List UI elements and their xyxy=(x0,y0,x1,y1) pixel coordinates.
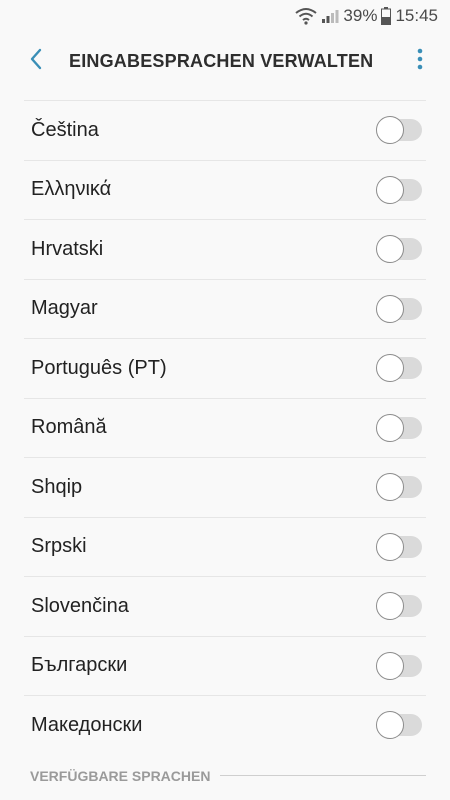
language-row-srpski[interactable]: Srpski xyxy=(24,518,426,577)
language-row-romana[interactable]: Română xyxy=(24,399,426,458)
language-label: Македонски xyxy=(31,713,143,736)
toggle-knob xyxy=(376,116,404,145)
language-label: Slovenčina xyxy=(31,594,129,617)
toggle-knob xyxy=(376,354,404,383)
language-toggle[interactable] xyxy=(376,235,422,264)
language-toggle[interactable] xyxy=(376,651,422,680)
language-label: Magyar xyxy=(31,297,98,320)
signal-icon xyxy=(321,8,339,24)
language-row-bulgarski[interactable]: Български xyxy=(24,637,426,696)
page-title: EINGABESPRACHEN VERWALTEN xyxy=(69,50,374,71)
battery-percent: 39% xyxy=(343,6,378,25)
language-row-ellinika[interactable]: Ελληνικά xyxy=(24,161,426,220)
language-label: Shqip xyxy=(31,475,83,498)
toggle-knob xyxy=(376,651,404,680)
battery-icon xyxy=(381,7,392,25)
language-toggle[interactable] xyxy=(376,175,422,204)
toggle-knob xyxy=(376,413,404,442)
toggle-knob xyxy=(376,473,404,502)
status-bar: 39% 15:45 xyxy=(0,0,450,32)
language-toggle[interactable] xyxy=(376,532,422,561)
language-row-cestina[interactable]: Čeština xyxy=(24,101,426,161)
language-row-slovencina[interactable]: Slovenčina xyxy=(24,577,426,637)
language-toggle[interactable] xyxy=(376,473,422,502)
toggle-knob xyxy=(376,175,404,204)
language-toggle[interactable] xyxy=(376,413,422,442)
toggle-knob xyxy=(376,592,404,621)
language-label: Română xyxy=(31,416,107,439)
language-row-magyar[interactable]: Magyar xyxy=(24,280,426,339)
language-row-portugues-pt[interactable]: Português (PT) xyxy=(24,339,426,399)
divider xyxy=(220,775,426,776)
language-label: Čeština xyxy=(31,118,99,141)
language-label: Srpski xyxy=(31,535,87,558)
more-options-button[interactable] xyxy=(408,37,432,85)
language-label: Hrvatski xyxy=(31,237,104,260)
language-toggle[interactable] xyxy=(376,592,422,621)
language-list: Čeština Ελληνικά Hrvatski Magyar Portugu… xyxy=(24,100,426,755)
language-label: Português (PT) xyxy=(31,356,167,379)
toggle-knob xyxy=(376,235,404,264)
language-row-makedonski[interactable]: Македонски xyxy=(24,696,426,755)
language-toggle[interactable] xyxy=(376,116,422,145)
language-label: Български xyxy=(31,654,128,677)
toggle-knob xyxy=(376,532,404,561)
language-label: Ελληνικά xyxy=(31,178,112,201)
available-languages-section-header: VERFÜGBARE SPRACHEN xyxy=(30,768,426,784)
back-button[interactable] xyxy=(12,37,60,85)
chevron-left-icon xyxy=(29,48,43,75)
wifi-icon xyxy=(295,7,318,25)
language-toggle[interactable] xyxy=(376,354,422,383)
app-bar: EINGABESPRACHEN VERWALTEN xyxy=(0,32,450,90)
clock: 15:45 xyxy=(395,6,438,25)
language-row-hrvatski[interactable]: Hrvatski xyxy=(24,220,426,280)
section-label: VERFÜGBARE SPRACHEN xyxy=(30,767,211,784)
language-row-shqip[interactable]: Shqip xyxy=(24,458,426,518)
language-toggle[interactable] xyxy=(376,711,422,740)
more-vertical-icon xyxy=(417,48,423,75)
toggle-knob xyxy=(376,711,404,740)
toggle-knob xyxy=(376,294,404,323)
language-toggle[interactable] xyxy=(376,294,422,323)
